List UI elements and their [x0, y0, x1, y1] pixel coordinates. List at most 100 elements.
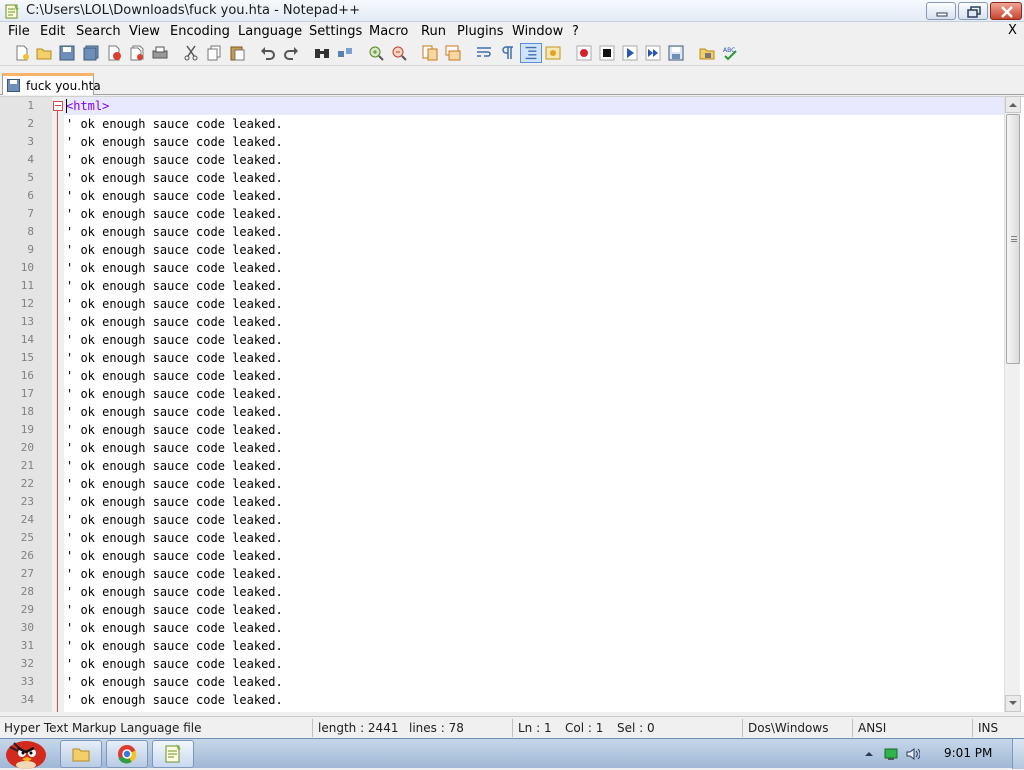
save-macro-icon[interactable]: [668, 45, 684, 61]
volume-icon[interactable]: [906, 747, 920, 761]
code-line[interactable]: 9 ' ok enough sauce code leaked.: [0, 241, 1004, 259]
code-line[interactable]: 19 ' ok enough sauce code leaked.: [0, 421, 1004, 439]
code-line[interactable]: 27 ' ok enough sauce code leaked.: [0, 565, 1004, 583]
code-line[interactable]: 18 ' ok enough sauce code leaked.: [0, 403, 1004, 421]
spellcheck-icon[interactable]: ABC: [722, 45, 738, 61]
editor-area[interactable]: 1 <html> 2 ' ok enough sauce code leaked. 3 '…: [0, 96, 1024, 712]
save-icon[interactable]: [59, 45, 75, 61]
code-line[interactable]: 20 ' ok enough sauce code leaked.: [0, 439, 1004, 457]
folder-icon[interactable]: [699, 45, 715, 61]
record-macro-icon[interactable]: [576, 45, 592, 61]
code-line[interactable]: 22 ' ok enough sauce code leaked.: [0, 475, 1004, 493]
doc-map-icon[interactable]: [545, 45, 561, 61]
code-line[interactable]: 8 ' ok enough sauce code leaked.: [0, 223, 1004, 241]
print-icon[interactable]: [152, 45, 168, 61]
close-window-button[interactable]: [990, 2, 1022, 20]
paste-icon[interactable]: [229, 45, 245, 61]
tab-fuck-you-hta[interactable]: fuck you.hta: [2, 73, 101, 95]
close-document-button[interactable]: X: [1008, 23, 1017, 38]
stop-record-icon[interactable]: [599, 45, 615, 61]
menu-plugins[interactable]: Plugins: [457, 24, 504, 39]
menu-window[interactable]: Window: [512, 24, 563, 39]
status-lines: lines : 78: [409, 721, 464, 735]
new-file-icon[interactable]: [14, 45, 30, 61]
code-line[interactable]: 32 ' ok enough sauce code leaked.: [0, 655, 1004, 673]
code-line[interactable]: 7 ' ok enough sauce code leaked.: [0, 205, 1004, 223]
fold-collapse-icon[interactable]: [53, 101, 63, 111]
code-line[interactable]: 26 ' ok enough sauce code leaked.: [0, 547, 1004, 565]
save-all-icon[interactable]: [83, 45, 99, 61]
taskbar-clock[interactable]: 9:01 PM: [944, 746, 992, 760]
code-line[interactable]: 5 ' ok enough sauce code leaked.: [0, 169, 1004, 187]
find-icon[interactable]: [314, 45, 330, 61]
sync-h-icon[interactable]: [445, 45, 461, 61]
code-line[interactable]: 6 ' ok enough sauce code leaked.: [0, 187, 1004, 205]
scroll-up-button[interactable]: [1005, 96, 1021, 113]
copy-icon[interactable]: [206, 45, 222, 61]
menu-macro[interactable]: Macro: [369, 24, 408, 39]
network-icon[interactable]: [884, 747, 898, 761]
menu-run[interactable]: Run: [421, 24, 446, 39]
minimize-button[interactable]: [926, 2, 956, 20]
scroll-down-button[interactable]: [1005, 695, 1021, 712]
code-line[interactable]: 17 ' ok enough sauce code leaked.: [0, 385, 1004, 403]
taskbar-notepadpp[interactable]: [152, 740, 194, 768]
code-line[interactable]: 2 ' ok enough sauce code leaked.: [0, 115, 1004, 133]
code-line[interactable]: 10 ' ok enough sauce code leaked.: [0, 259, 1004, 277]
menu-view[interactable]: View: [129, 24, 160, 39]
code-line[interactable]: 11 ' ok enough sauce code leaked.: [0, 277, 1004, 295]
taskbar-explorer[interactable]: [60, 740, 102, 768]
scroll-thumb[interactable]: [1006, 114, 1020, 364]
undo-icon[interactable]: [260, 45, 276, 61]
menu-help[interactable]: ?: [572, 24, 579, 39]
zoom-out-icon[interactable]: [391, 45, 407, 61]
show-desktop-button[interactable]: [1012, 739, 1024, 769]
code-line[interactable]: 28 ' ok enough sauce code leaked.: [0, 583, 1004, 601]
code-line[interactable]: 15 ' ok enough sauce code leaked.: [0, 349, 1004, 367]
code-line[interactable]: 23 ' ok enough sauce code leaked.: [0, 493, 1004, 511]
close-all-icon[interactable]: [129, 45, 145, 61]
zoom-in-icon[interactable]: [368, 45, 384, 61]
menu-edit[interactable]: Edit: [40, 24, 65, 39]
menu-search[interactable]: Search: [76, 24, 121, 39]
sync-v-icon[interactable]: [422, 45, 438, 61]
code-line[interactable]: 30 ' ok enough sauce code leaked.: [0, 619, 1004, 637]
taskbar: 9:01 PM: [0, 738, 1024, 769]
code-line[interactable]: 4 ' ok enough sauce code leaked.: [0, 151, 1004, 169]
show-all-chars-icon[interactable]: [499, 45, 515, 61]
code-line[interactable]: 33 ' ok enough sauce code leaked.: [0, 673, 1004, 691]
code-line[interactable]: 34 ' ok enough sauce code leaked.: [0, 691, 1004, 709]
close-file-icon[interactable]: [106, 45, 122, 61]
code-line[interactable]: 3 ' ok enough sauce code leaked.: [0, 133, 1004, 151]
code-line[interactable]: 21 ' ok enough sauce code leaked.: [0, 457, 1004, 475]
scroll-grip-icon: [1011, 236, 1017, 242]
toolbar: ABC: [0, 42, 1024, 66]
code-line[interactable]: 24 ' ok enough sauce code leaked.: [0, 511, 1004, 529]
code-line[interactable]: 29 ' ok enough sauce code leaked.: [0, 601, 1004, 619]
show-hidden-icons-icon[interactable]: [862, 747, 876, 761]
menu-language[interactable]: Language: [238, 24, 302, 39]
cut-icon[interactable]: [183, 45, 199, 61]
run-macro-multiple-icon[interactable]: [645, 45, 661, 61]
code-text: ' ok enough sauce code leaked.: [66, 279, 283, 293]
code-line[interactable]: 1 <html>: [0, 97, 1004, 115]
code-line[interactable]: 14 ' ok enough sauce code leaked.: [0, 331, 1004, 349]
restore-button[interactable]: [958, 2, 988, 20]
redo-icon[interactable]: [283, 45, 299, 61]
code-line[interactable]: 31 ' ok enough sauce code leaked.: [0, 637, 1004, 655]
menu-encoding[interactable]: Encoding: [170, 24, 230, 39]
menu-file[interactable]: File: [8, 24, 30, 39]
taskbar-chrome[interactable]: [106, 740, 148, 768]
open-file-icon[interactable]: [36, 45, 52, 61]
code-line[interactable]: 25 ' ok enough sauce code leaked.: [0, 529, 1004, 547]
indent-guide-icon[interactable]: [520, 43, 542, 63]
code-line[interactable]: 12 ' ok enough sauce code leaked.: [0, 295, 1004, 313]
vertical-scrollbar[interactable]: [1004, 96, 1021, 712]
start-button-angry-bird-icon[interactable]: [2, 731, 50, 769]
code-line[interactable]: 16 ' ok enough sauce code leaked.: [0, 367, 1004, 385]
menu-settings[interactable]: Settings: [309, 24, 362, 39]
code-line[interactable]: 13 ' ok enough sauce code leaked.: [0, 313, 1004, 331]
play-macro-icon[interactable]: [622, 45, 638, 61]
word-wrap-icon[interactable]: [476, 45, 492, 61]
replace-icon[interactable]: [337, 45, 353, 61]
